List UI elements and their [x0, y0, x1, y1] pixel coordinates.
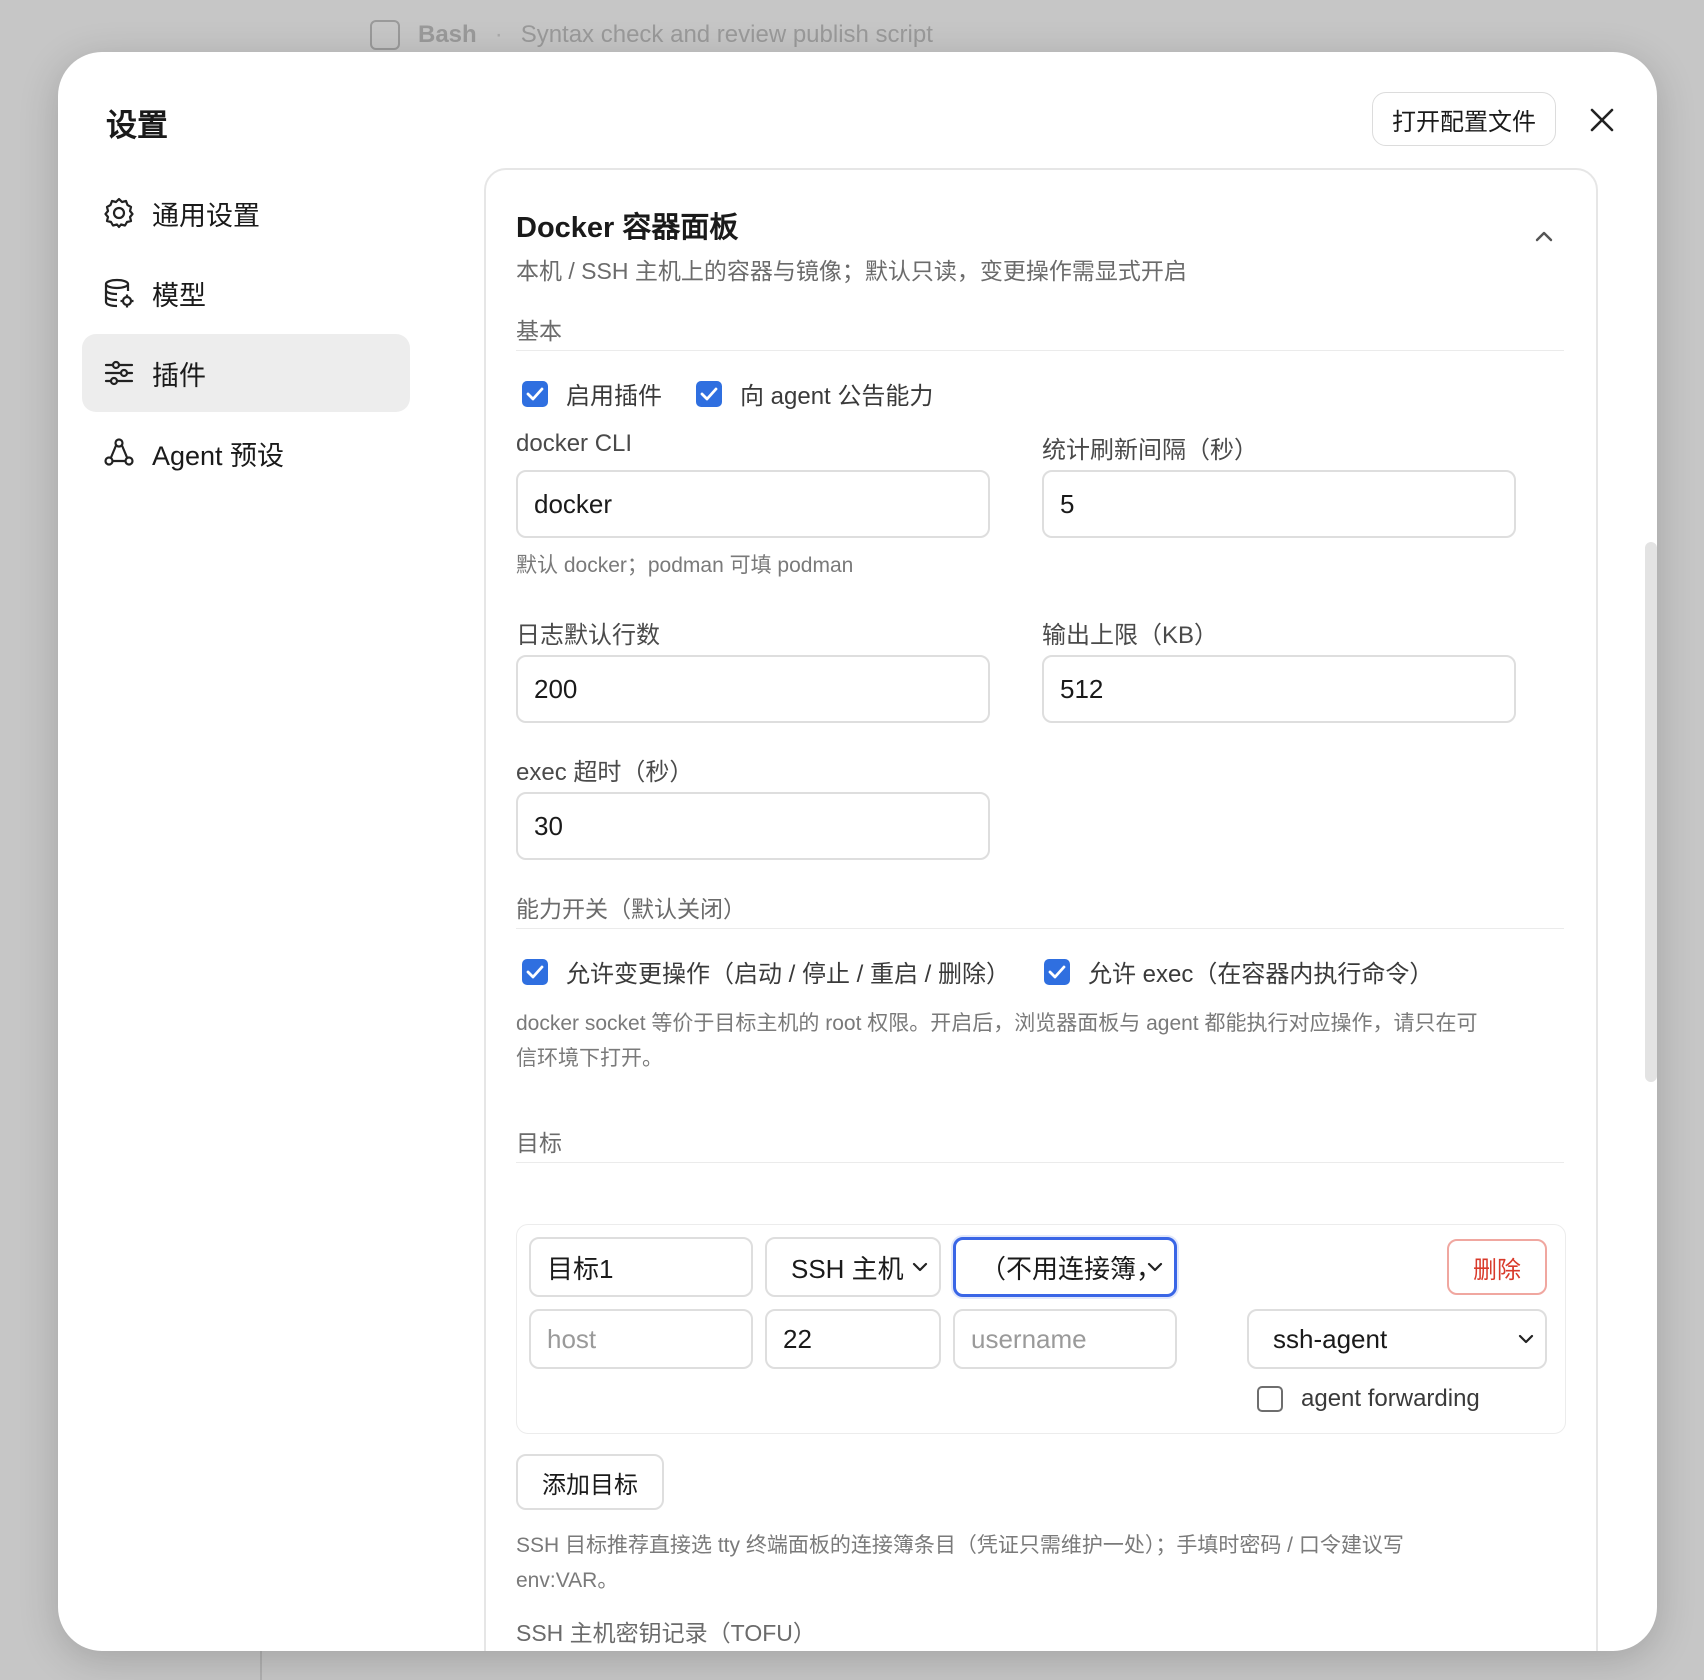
- log-lines-label: 日志默认行数: [516, 622, 660, 649]
- docker-plugin-panel: Docker 容器面板 本机 / SSH 主机上的容器与镜像；默认只读，变更操作…: [484, 168, 1598, 1651]
- modal-title: 设置: [106, 108, 168, 143]
- basic-checkbox-row: 启用插件 向 agent 公告能力: [522, 376, 967, 411]
- chevron-up-icon[interactable]: [1530, 226, 1558, 246]
- docker-cli-label: docker CLI: [516, 430, 633, 457]
- background-separator: ·: [494, 21, 503, 48]
- auth-method-select[interactable]: ssh-agent: [1247, 1309, 1547, 1369]
- section-basic-heading: 基本: [516, 318, 562, 344]
- settings-modal: 设置 打开配置文件 通用设置 模型 插件 Agent 预设 Docker 容器面…: [58, 52, 1657, 1651]
- docker-cli-input[interactable]: docker: [516, 470, 990, 538]
- targets-help: SSH 目标推荐直接选 tty 终端面板的连接簿条目（凭证只需维护一处）；手填时…: [516, 1528, 1566, 1598]
- sidebar-item-agent-presets[interactable]: Agent 预设: [82, 414, 410, 492]
- section-capabilities-heading: 能力开关（默认关闭）: [516, 896, 746, 922]
- warning-line-1: docker socket 等价于目标主机的 root 权限。开启后，浏览器面板…: [516, 1012, 1478, 1035]
- agent-forwarding-label: agent forwarding: [1301, 1385, 1480, 1412]
- sliders-icon: [102, 356, 136, 390]
- section-targets-heading: 目标: [516, 1130, 562, 1156]
- target-type-select[interactable]: SSH 主机: [765, 1237, 941, 1297]
- open-config-button[interactable]: 打开配置文件: [1372, 92, 1556, 146]
- chevron-down-icon: [911, 1261, 929, 1273]
- refresh-interval-label: 统计刷新间隔（秒）: [1042, 437, 1258, 464]
- section-tofu-heading: SSH 主机密钥记录（TOFU）: [516, 1620, 816, 1646]
- delete-target-button[interactable]: 删除: [1447, 1239, 1547, 1295]
- background-task-text: Syntax check and review publish script: [520, 21, 933, 48]
- background-tool-name: Bash: [418, 21, 477, 48]
- connection-book-select[interactable]: （不用连接簿，: [953, 1237, 1177, 1297]
- database-icon: [102, 276, 136, 310]
- section-divider: [516, 928, 1564, 929]
- agent-icon: [102, 436, 136, 470]
- chevron-down-icon: [1146, 1261, 1164, 1273]
- section-divider: [516, 1162, 1564, 1163]
- sidebar-item-general[interactable]: 通用设置: [82, 174, 410, 252]
- refresh-interval-input[interactable]: 5: [1042, 470, 1516, 538]
- announce-capabilities-label: 向 agent 公告能力: [740, 383, 934, 410]
- enable-plugin-label: 启用插件: [566, 383, 662, 410]
- output-limit-input[interactable]: 512: [1042, 655, 1516, 723]
- capabilities-warning: docker socket 等价于目标主机的 root 权限。开启后，浏览器面板…: [516, 1006, 1566, 1076]
- docker-cli-help: 默认 docker；podman 可填 podman: [516, 554, 854, 577]
- exec-timeout-input[interactable]: 30: [516, 792, 990, 860]
- targets-help-line-2: env:VAR。: [516, 1569, 619, 1592]
- target-type-value: SSH 主机: [791, 1253, 904, 1284]
- chevron-down-icon: [1517, 1333, 1535, 1345]
- plugin-title: Docker 容器面板: [516, 212, 739, 244]
- target-card: 目标1 SSH 主机 （不用连接簿， 删除 host 22 username s…: [516, 1224, 1566, 1434]
- background-task-line: Bash · Syntax check and review publish s…: [370, 20, 933, 50]
- sidebar-item-label: 插件: [152, 360, 206, 391]
- allow-exec-label: 允许 exec（在容器内执行命令）: [1088, 961, 1434, 988]
- enable-plugin-checkbox[interactable]: [522, 380, 548, 407]
- warning-line-2: 信环境下打开。: [516, 1047, 663, 1070]
- allow-mutate-checkbox[interactable]: [522, 958, 548, 985]
- log-lines-input[interactable]: 200: [516, 655, 990, 723]
- sidebar-item-label: 通用设置: [152, 200, 260, 231]
- add-target-button[interactable]: 添加目标: [516, 1454, 664, 1510]
- scrollbar[interactable]: [1645, 542, 1657, 1082]
- allow-exec-checkbox[interactable]: [1044, 958, 1071, 985]
- capabilities-checkbox-row: 允许变更操作（启动 / 停止 / 重启 / 删除） 允许 exec（在容器内执行…: [522, 954, 1467, 989]
- sidebar-item-models[interactable]: 模型: [82, 254, 410, 332]
- agent-forwarding-row: agent forwarding: [1257, 1385, 1480, 1413]
- exec-timeout-label: exec 超时（秒）: [516, 759, 694, 786]
- gear-icon: [102, 196, 136, 230]
- targets-help-line-1: SSH 目标推荐直接选 tty 终端面板的连接簿条目（凭证只需维护一处）；手填时…: [516, 1534, 1404, 1557]
- terminal-icon: [370, 20, 400, 50]
- host-input[interactable]: host: [529, 1309, 753, 1369]
- auth-method-value: ssh-agent: [1273, 1323, 1388, 1354]
- announce-capabilities-checkbox[interactable]: [696, 380, 722, 407]
- username-input[interactable]: username: [953, 1309, 1177, 1369]
- port-input[interactable]: 22: [765, 1309, 941, 1369]
- output-limit-label: 输出上限（KB）: [1042, 622, 1219, 649]
- target-name-input[interactable]: 目标1: [529, 1237, 753, 1297]
- close-icon[interactable]: [1584, 102, 1620, 138]
- agent-forwarding-checkbox[interactable]: [1257, 1386, 1283, 1412]
- sidebar-item-label: Agent 预设: [152, 440, 285, 471]
- background-divider: [260, 1650, 1362, 1680]
- plugin-subtitle: 本机 / SSH 主机上的容器与镜像；默认只读，变更操作需显式开启: [516, 258, 1187, 284]
- connection-book-value: （不用连接簿，: [980, 1253, 1146, 1284]
- sidebar-item-label: 模型: [152, 280, 206, 311]
- section-divider: [516, 350, 1564, 351]
- allow-mutate-label: 允许变更操作（启动 / 停止 / 重启 / 删除）: [566, 961, 1011, 988]
- sidebar-item-plugins[interactable]: 插件: [82, 334, 410, 412]
